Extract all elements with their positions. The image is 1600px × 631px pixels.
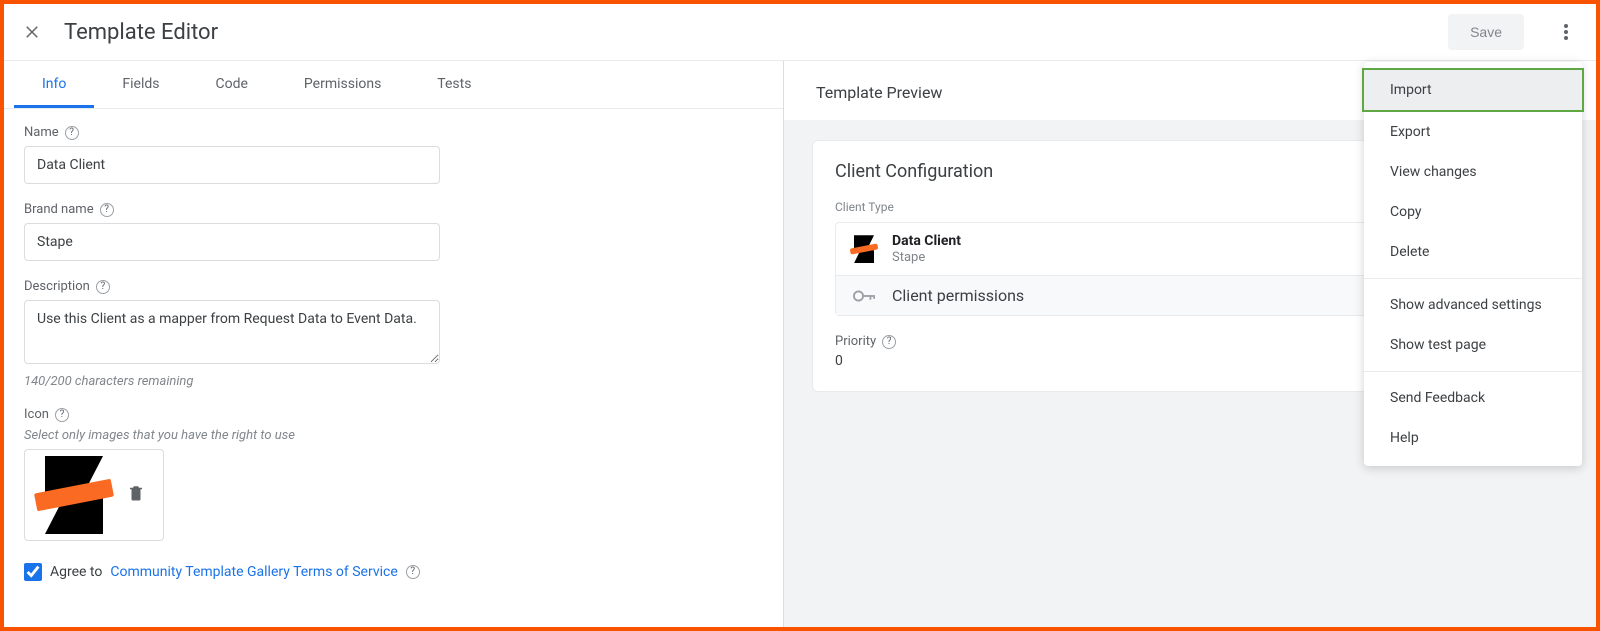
body-split: Info Fields Code Permissions Tests Name … (4, 60, 1596, 627)
agree-checkbox[interactable] (24, 563, 42, 581)
menu-item-help[interactable]: Help (1364, 418, 1582, 458)
description-field-group: Description ? Use this Client as a mappe… (24, 279, 763, 389)
save-button[interactable]: Save (1448, 14, 1524, 50)
client-permissions-label: Client permissions (892, 286, 1024, 305)
template-icon (35, 456, 113, 534)
client-name: Data Client (892, 233, 961, 250)
agree-row: Agree to Community Template Gallery Term… (24, 563, 763, 581)
priority-label: Priority (835, 334, 876, 349)
description-counter: 140/200 characters remaining (24, 374, 763, 389)
menu-item-export[interactable]: Export (1364, 112, 1582, 152)
help-icon[interactable]: ? (65, 126, 79, 140)
help-icon[interactable]: ? (100, 203, 114, 217)
help-icon[interactable]: ? (406, 565, 420, 579)
close-icon[interactable] (18, 18, 46, 46)
menu-item-copy[interactable]: Copy (1364, 192, 1582, 232)
icon-field-group: Icon ? Select only images that you have … (24, 407, 763, 541)
menu-divider (1364, 371, 1582, 372)
brand-label: Brand name (24, 202, 94, 217)
description-input[interactable]: Use this Client as a mapper from Request… (24, 300, 440, 364)
icon-hint: Select only images that you have the rig… (24, 428, 763, 443)
description-label: Description (24, 279, 90, 294)
menu-item-feedback[interactable]: Send Feedback (1364, 378, 1582, 418)
delete-icon-button[interactable] (127, 483, 145, 507)
name-label: Name (24, 125, 59, 140)
key-icon (850, 290, 878, 302)
menu-item-test-page[interactable]: Show test page (1364, 325, 1582, 365)
template-editor-window: Template Editor Save Info Fields Code Pe… (0, 0, 1600, 631)
more-menu-dropdown: Import Export View changes Copy Delete S… (1364, 62, 1582, 466)
help-icon[interactable]: ? (882, 335, 896, 349)
icon-label: Icon (24, 407, 49, 422)
client-brand: Stape (892, 250, 961, 266)
brand-field-group: Brand name ? (24, 202, 763, 261)
tab-fields[interactable]: Fields (94, 61, 187, 108)
menu-item-view-changes[interactable]: View changes (1364, 152, 1582, 192)
brand-input[interactable] (24, 223, 440, 261)
page-title: Template Editor (64, 20, 218, 45)
menu-item-advanced-settings[interactable]: Show advanced settings (1364, 285, 1582, 325)
menu-item-delete[interactable]: Delete (1364, 232, 1582, 272)
tab-code[interactable]: Code (187, 61, 275, 108)
header-bar: Template Editor Save (4, 4, 1596, 60)
tab-tests[interactable]: Tests (409, 61, 499, 108)
editor-pane: Info Fields Code Permissions Tests Name … (4, 61, 784, 627)
template-icon (850, 235, 878, 263)
tab-bar: Info Fields Code Permissions Tests (4, 61, 783, 109)
help-icon[interactable]: ? (96, 280, 110, 294)
menu-divider (1364, 278, 1582, 279)
tos-link[interactable]: Community Template Gallery Terms of Serv… (110, 564, 397, 580)
tab-permissions[interactable]: Permissions (276, 61, 409, 108)
info-form: Name ? Brand name ? Description ? (4, 109, 783, 589)
help-icon[interactable]: ? (55, 408, 69, 422)
icon-preview-box (24, 449, 164, 541)
tab-info[interactable]: Info (14, 61, 94, 108)
menu-item-import[interactable]: Import (1362, 68, 1584, 112)
agree-prefix: Agree to (50, 564, 102, 580)
name-field-group: Name ? (24, 125, 763, 184)
more-menu-button[interactable] (1550, 16, 1582, 48)
name-input[interactable] (24, 146, 440, 184)
